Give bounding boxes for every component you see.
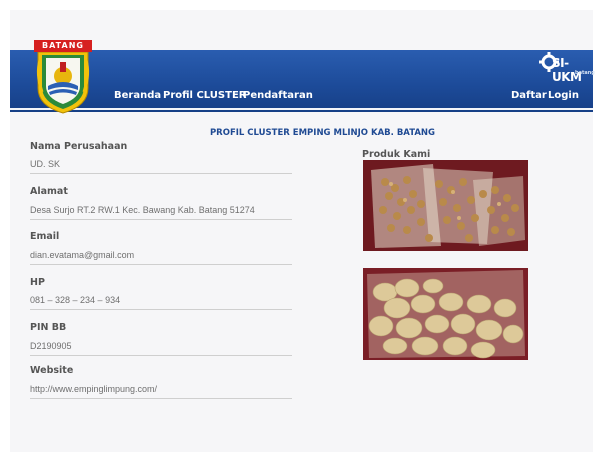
label-website: Website [30,365,74,376]
divider [30,355,292,356]
produk-kami-label: Produk Kami [362,149,431,160]
brand-sub: batang [575,70,595,76]
logo-banner: BATANG [34,40,92,52]
divider [30,309,292,310]
nav-profil-cluster[interactable]: Profil CLUSTER [163,90,246,101]
navbar [10,50,593,112]
divider [30,173,292,174]
product-photo-emping-chips [363,268,528,360]
value-alamat: Desa Surjo RT.2 RW.1 Kec. Bawang Kab. Ba… [30,205,255,215]
divider [30,219,292,220]
label-hp: HP [30,277,45,288]
value-email[interactable]: dian.evatama@gmail.com [30,250,134,260]
emping-bag-image [363,160,528,251]
label-alamat: Alamat [30,186,68,197]
value-hp: 081 – 328 – 234 – 934 [30,295,121,305]
navbar-divider [10,108,593,110]
label-email: Email [30,231,60,242]
label-nama-perusahaan: Nama Perusahaan [30,141,128,152]
value-pin-bb: D2190905 [30,341,72,351]
top-strip [10,10,593,50]
nav-pendaftaran[interactable]: Pendaftaran [243,90,313,101]
label-pin-bb: PIN BB [30,322,67,333]
nav-login[interactable]: Login [548,90,579,101]
si-ukm-brand[interactable]: SI-UKM batang [539,52,595,86]
batang-logo[interactable]: BATANG [34,40,92,114]
page-container: BATANG Beranda Profil CLUSTER Pendaftara… [10,10,595,452]
emping-chips-image [363,268,528,360]
page-title: PROFIL CLUSTER EMPING MLINJO KAB. BATANG [10,128,593,138]
product-photo-emping-whole [363,160,528,251]
nav-beranda[interactable]: Beranda [114,90,161,101]
value-website[interactable]: http://www.empinglimpung.com/ [30,384,157,394]
nav-daftar[interactable]: Daftar [511,90,547,101]
divider [30,264,292,265]
divider [30,398,292,399]
value-nama-perusahaan: UD. SK [30,159,61,169]
page-title-text: PROFIL CLUSTER EMPING MLINJO KAB. BATANG [209,128,436,138]
